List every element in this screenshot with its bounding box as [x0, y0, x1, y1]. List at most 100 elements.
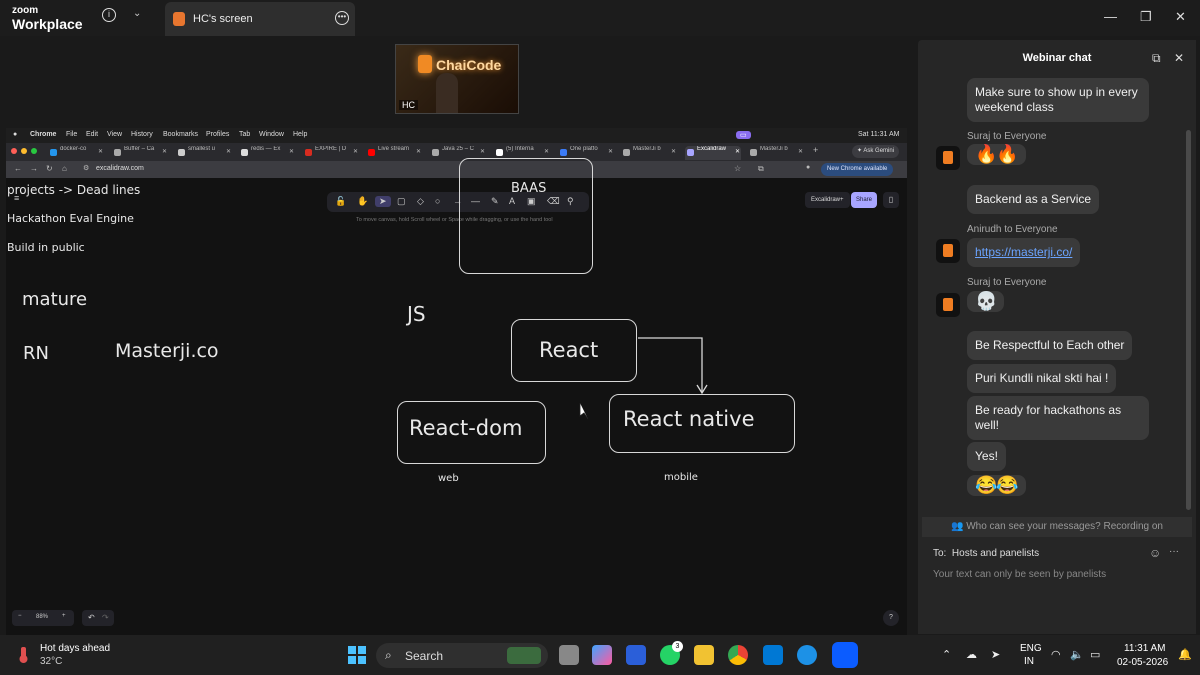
zoom-brand: zoom	[12, 5, 39, 16]
browser-tab[interactable]: EXPIRE | D ✕	[303, 146, 359, 160]
arrow-react-to-native[interactable]	[6, 178, 907, 635]
ask-gemini-button[interactable]: ✦ Ask Gemini	[852, 145, 900, 158]
vscode-icon[interactable]	[763, 645, 783, 665]
web-text[interactable]: web	[438, 473, 459, 484]
notifications-bell-icon[interactable]: 🔔	[1178, 648, 1192, 661]
windows-taskbar: Hot days ahead 32°C ⌕ Search 3 ⌃ ☁ ➤ ENG…	[0, 635, 1200, 675]
emoji-icon[interactable]: ☺	[1149, 546, 1161, 560]
presenter-figure	[436, 73, 458, 113]
restore-icon[interactable]: ❐	[1140, 9, 1152, 25]
extensions-icon[interactable]: ⧉	[758, 164, 764, 174]
back-icon[interactable]: ←	[14, 164, 22, 173]
excalidraw-canvas[interactable]: ≡ 🔓 ✋ ➤ ▢ ◇ ○ → — ✎ A ▣ ⌫ ⚲ To move canv…	[6, 158, 907, 635]
mac-close-dot[interactable]	[11, 148, 17, 154]
site-info-icon[interactable]: ⚙	[83, 164, 89, 172]
bookmark-star-icon[interactable]: ☆	[734, 164, 741, 173]
browser-tab[interactable]: smallest u ✕	[176, 146, 232, 160]
taskbar-search[interactable]: ⌕ Search	[376, 643, 548, 668]
task-view-icon[interactable]	[559, 645, 579, 665]
menu-tab: Tab	[239, 131, 251, 138]
redo-icon[interactable]: ↷	[102, 613, 109, 622]
recipient-value[interactable]: Hosts and panelists	[952, 548, 1039, 559]
taskbar-date[interactable]: 02-05-2026	[1117, 657, 1168, 668]
help-icon[interactable]: ?	[883, 610, 899, 626]
chrome-icon[interactable]	[728, 645, 748, 665]
chat-scrollbar[interactable]	[1186, 130, 1191, 510]
recording-notice[interactable]: 👥 Who can see your messages? Recording o…	[922, 517, 1192, 537]
zoom-title-bar: zoom Workplace i ⌄ HC's screen ••• — ❐ ✕	[0, 0, 1200, 36]
new-tab-icon[interactable]: +	[813, 145, 818, 155]
whatsapp-badge: 3	[672, 641, 683, 652]
more-icon[interactable]: ···	[1169, 546, 1179, 557]
zoom-in-icon[interactable]: +	[62, 613, 66, 619]
copilot-icon[interactable]	[592, 645, 612, 665]
location-icon[interactable]: ➤	[991, 648, 1000, 661]
browser-tab[interactable]: redis — Ex ✕	[239, 146, 295, 160]
weather-title[interactable]: Hot days ahead	[40, 643, 110, 654]
presenter-video[interactable]: ChaiCode HC	[395, 44, 519, 114]
forward-icon[interactable]: →	[30, 164, 38, 173]
chat-sender: Suraj to Everyone	[967, 131, 1047, 142]
tray-chevron-icon[interactable]: ⌃	[942, 648, 951, 661]
mac-minimize-dot[interactable]	[21, 148, 27, 154]
minimize-icon[interactable]: —	[1104, 9, 1117, 24]
browser-tab[interactable]: docker-co ✕	[48, 146, 104, 160]
undo-icon[interactable]: ↶	[88, 613, 95, 622]
zoom-logo: zoom Workplace	[12, 5, 83, 32]
chat-message-input[interactable]: Your text can only be seen by panelists	[933, 569, 1106, 580]
popout-icon[interactable]: ⧉	[1152, 51, 1161, 66]
chat-link[interactable]: https://masterji.co/	[975, 245, 1072, 259]
onedrive-icon[interactable]: ☁	[966, 648, 977, 661]
mac-zoom-dot[interactable]	[31, 148, 37, 154]
file-explorer-icon[interactable]	[694, 645, 714, 665]
browser-tab-active[interactable]: Excalidraw ✕	[685, 146, 741, 160]
volume-icon[interactable]: 🔈	[1070, 648, 1084, 661]
chat-sender: Suraj to Everyone	[967, 277, 1047, 288]
mobile-text[interactable]: mobile	[664, 472, 698, 483]
zoom-out-icon[interactable]: −	[18, 613, 22, 619]
mac-clock: Sat 11:31 AM	[858, 131, 900, 138]
presenter-name-label: HC	[399, 100, 418, 110]
browser-tab[interactable]: MasterJi b ✕	[748, 146, 804, 160]
browser-tab[interactable]: Live stream ✕	[366, 146, 422, 160]
chai-cup-logo-icon	[418, 55, 432, 73]
whatsapp-icon[interactable]: 3	[660, 641, 683, 665]
screen-share-tab[interactable]: HC's screen •••	[165, 2, 355, 36]
docker-icon[interactable]	[797, 645, 817, 665]
profile-avatar-icon[interactable]: ●	[806, 164, 810, 171]
battery-icon[interactable]: ▭	[1090, 648, 1100, 661]
chat-message: Be ready for hackathons as well!	[967, 396, 1149, 440]
pen-app-icon[interactable]	[626, 645, 646, 665]
zoom-app-icon[interactable]	[832, 642, 858, 668]
close-icon[interactable]: ✕	[1175, 9, 1186, 25]
reload-icon[interactable]: ↻	[46, 164, 53, 173]
chat-message: 😂😂	[967, 475, 1026, 496]
info-icon[interactable]: i	[102, 8, 116, 22]
address-bar-row: ← → ↻ ⌂ ⚙ excalidraw.com ☆ ⧉ ● New Chrom…	[6, 161, 907, 178]
menu-edit: Edit	[86, 131, 99, 138]
home-icon[interactable]: ⌂	[62, 164, 67, 173]
wifi-icon[interactable]: ◠	[1051, 648, 1061, 661]
webinar-chat-panel: Webinar chat ⧉ ✕ Make sure to show up in…	[918, 40, 1196, 634]
more-options-icon[interactable]: •••	[335, 11, 349, 25]
menu-profiles: Profiles	[206, 131, 230, 138]
close-chat-icon[interactable]: ✕	[1174, 51, 1184, 65]
taskbar-time[interactable]: 11:31 AM	[1124, 643, 1166, 654]
mac-app-name: Chrome	[30, 131, 57, 138]
chevron-down-icon[interactable]: ⌄	[133, 8, 141, 19]
chat-sender: Anirudh to Everyone	[967, 224, 1058, 235]
url-field[interactable]: excalidraw.com	[96, 165, 144, 172]
input-region[interactable]: IN	[1024, 656, 1034, 667]
browser-tab[interactable]: MasterJi b ✕	[621, 146, 677, 160]
recipient-selector[interactable]: To: Hosts and panelists	[933, 548, 1039, 559]
windows-start-icon[interactable]	[347, 645, 367, 665]
search-label: Search	[405, 649, 444, 663]
new-chrome-available-button[interactable]: New Chrome available	[821, 163, 894, 176]
zoom-level[interactable]: 88%	[36, 614, 48, 620]
thermometer-icon[interactable]	[17, 646, 31, 664]
shared-screen: ● Chrome File Edit View History Bookmark…	[6, 128, 907, 635]
weather-temp[interactable]: 32°C	[40, 656, 62, 667]
browser-tab[interactable]: Buffer – Ca ✕	[112, 146, 168, 160]
menu-help: Help	[293, 131, 308, 138]
language-indicator[interactable]: ENG	[1020, 643, 1042, 654]
